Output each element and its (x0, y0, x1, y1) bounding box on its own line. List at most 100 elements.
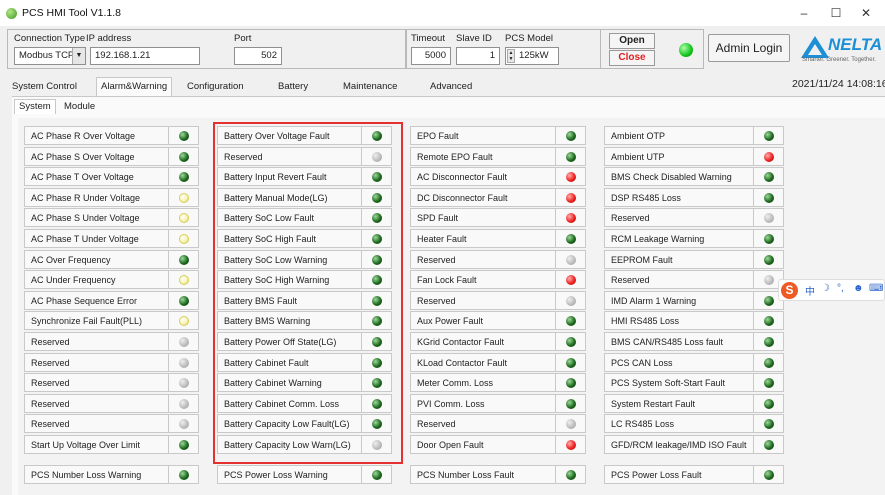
status-led-icon (372, 151, 382, 162)
alarm-row: Battery BMS Warning (217, 311, 392, 331)
alarm-footer-row: PCS Number Loss Fault (410, 465, 586, 484)
alarm-label: Battery SoC High Fault (224, 234, 317, 244)
ime-toolbar[interactable]: S 中 ☽ °, ☻ ⌨ (778, 279, 885, 301)
alarm-row: AC Phase T Under Voltage (24, 229, 199, 248)
timeout-input[interactable]: 5000 (411, 47, 451, 65)
tab-system-control[interactable]: System Control (12, 78, 77, 96)
alarm-row: AC Disconnector Fault (410, 167, 586, 187)
ip-address-input[interactable]: 192.168.1.21 (90, 47, 200, 65)
alarm-label: RCM Leakage Warning (611, 234, 705, 244)
alarm-row: AC Phase S Over Voltage (24, 146, 199, 166)
row-divider (555, 188, 556, 207)
alarm-row: PCS CAN Loss (604, 352, 784, 372)
alarm-label: Ambient UTP (611, 151, 665, 162)
alarm-label: Reserved (611, 275, 650, 286)
chevron-down-icon[interactable]: ▼ (72, 48, 85, 64)
tab-configuration[interactable]: Configuration (187, 78, 244, 96)
tab-alarm-warning[interactable]: Alarm&Warning (96, 77, 173, 96)
status-led-icon (179, 470, 189, 480)
ime-punctuation-icon[interactable]: °, (837, 283, 844, 294)
row-divider (168, 168, 169, 187)
tab-battery[interactable]: Battery (278, 78, 308, 96)
minimize-button[interactable]: – (790, 4, 818, 22)
alarm-row: AC Phase Sequence Error (24, 290, 199, 310)
row-divider (753, 436, 754, 454)
row-divider (168, 127, 169, 145)
status-led-icon (179, 192, 189, 203)
alarm-label: HMI RS485 Loss (611, 316, 680, 327)
port-input[interactable]: 502 (234, 47, 282, 65)
row-divider (753, 312, 754, 331)
ime-emoji-icon[interactable]: ☻ (853, 283, 864, 294)
row-divider (361, 312, 362, 331)
row-divider (168, 312, 169, 331)
status-led-icon (566, 275, 576, 286)
alarm-label: Fan Lock Fault (417, 275, 477, 286)
row-divider (555, 291, 556, 310)
alarm-row: AC Over Frequency (24, 249, 199, 269)
row-divider (555, 374, 556, 393)
row-divider (168, 188, 169, 207)
alarm-label: DC Disconnector Fault (417, 192, 508, 203)
alarm-row: Reserved (24, 393, 199, 413)
row-divider (168, 466, 169, 484)
alarm-label: Reserved (31, 378, 70, 389)
row-divider (168, 230, 169, 248)
maximize-button[interactable]: ☐ (822, 4, 850, 22)
ime-logo-icon[interactable]: S (781, 282, 798, 299)
connection-type-select[interactable]: Modbus TCP ▼ (14, 47, 86, 65)
row-divider (555, 147, 556, 166)
row-divider (361, 168, 362, 187)
subtab-system[interactable]: System (14, 99, 56, 114)
close-button[interactable]: Close (609, 50, 655, 66)
slave-id-input[interactable]: 1 (456, 47, 500, 65)
alarm-label: Battery Input Revert Fault (224, 172, 327, 183)
alarm-footer-row: PCS Power Loss Warning (217, 465, 392, 484)
alarm-label: PCS Power Loss Warning (224, 470, 328, 480)
subtab-module[interactable]: Module (64, 100, 95, 114)
alarm-label: BMS Check Disabled Warning (611, 172, 732, 183)
ime-chinese-icon[interactable]: 中 (805, 283, 815, 298)
row-divider (168, 394, 169, 413)
status-led-icon (764, 440, 774, 450)
alarm-label: Battery Capacity Low Warn(LG) (224, 440, 351, 450)
tab-maintenance[interactable]: Maintenance (343, 78, 397, 96)
row-divider (555, 209, 556, 228)
admin-login-button[interactable]: Admin Login (708, 34, 790, 62)
spinner-icon[interactable]: ▲ ▼ (507, 49, 515, 63)
ime-moon-icon[interactable]: ☽ (821, 283, 830, 294)
connection-group: Connection Type Modbus TCP ▼ IP address … (7, 29, 406, 69)
ip-address-label: IP address (86, 33, 132, 44)
tab-advanced[interactable]: Advanced (430, 78, 472, 96)
status-led-icon (764, 151, 774, 162)
open-button[interactable]: Open (609, 33, 655, 49)
row-divider (361, 466, 362, 484)
alarm-label: Reserved (417, 254, 456, 265)
alarm-label: Reserved (31, 398, 70, 409)
alarm-row: Reserved (24, 332, 199, 351)
close-window-button[interactable]: ✕ (852, 4, 880, 22)
row-divider (753, 291, 754, 310)
row-divider (361, 415, 362, 434)
row-divider (555, 353, 556, 372)
row-divider (753, 271, 754, 290)
alarm-label: EEPROM Fault (611, 254, 673, 265)
status-led-icon (566, 151, 576, 162)
app-icon (6, 8, 17, 19)
alarm-label: Battery SoC Low Fault (224, 213, 315, 224)
alarm-row: RCM Leakage Warning (604, 229, 784, 248)
alarm-row: Reserved (24, 373, 199, 393)
alarm-label: Ambient OTP (611, 131, 666, 141)
ime-keyboard-icon[interactable]: ⌨ (869, 283, 883, 294)
alarm-row: Aux Power Fault (410, 311, 586, 331)
status-led-icon (566, 337, 576, 347)
row-divider (361, 127, 362, 145)
status-led-icon (372, 275, 382, 286)
alarm-row: AC Phase T Over Voltage (24, 167, 199, 187)
pcs-model-select[interactable]: ▲ ▼ 125kW (505, 47, 559, 65)
alarm-row: Battery SoC High Warning (217, 270, 392, 290)
status-led-icon (566, 419, 576, 430)
alarm-row: BMS Check Disabled Warning (604, 167, 784, 187)
alarm-row: IMD Alarm 1 Warning (604, 290, 784, 310)
alarm-row: Battery Manual Mode(LG) (217, 187, 392, 207)
